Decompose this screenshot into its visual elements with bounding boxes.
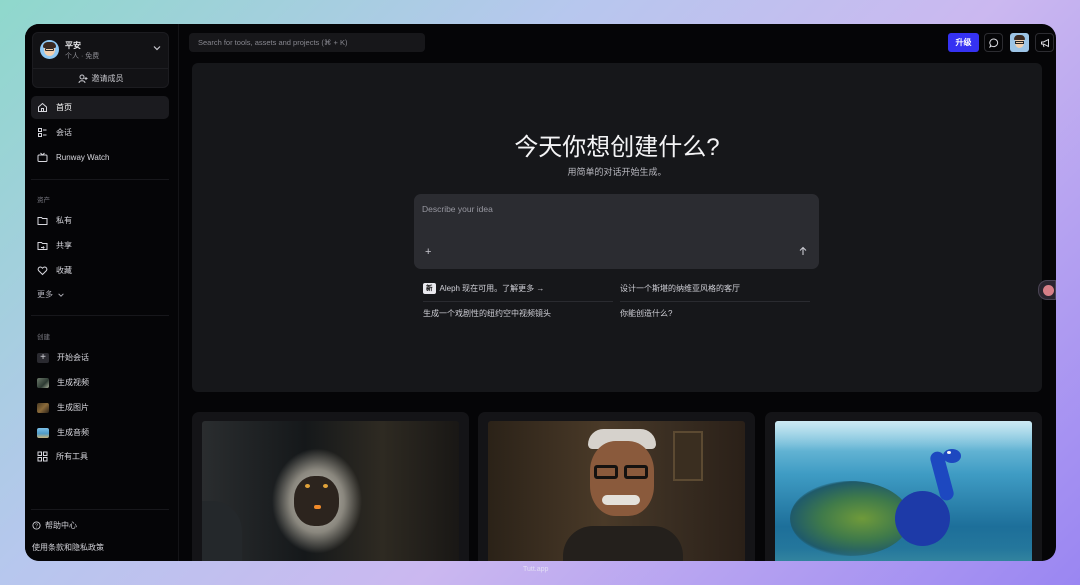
chevron-down-icon bbox=[58, 292, 64, 297]
suggestion-text: Aleph 现在可用。了解更多 → bbox=[439, 284, 545, 293]
sidebar-item-all-tools[interactable]: 所有工具 bbox=[31, 445, 169, 468]
sidebar-more-button[interactable]: 更多 bbox=[31, 283, 169, 306]
divider bbox=[620, 301, 810, 302]
shared-folder-icon bbox=[37, 242, 48, 250]
invite-label: 邀请成员 bbox=[91, 74, 124, 83]
sidebar-item-label: Runway Watch bbox=[56, 153, 110, 162]
plus-icon: + bbox=[37, 352, 49, 363]
sidebar-item-label: 所有工具 bbox=[56, 452, 88, 461]
sidebar-item-label: 生成图片 bbox=[57, 403, 89, 412]
svg-text:?: ? bbox=[35, 524, 38, 530]
chevron-down-icon[interactable] bbox=[152, 43, 162, 53]
hero-subtitle: 用简单的对话开始生成。 bbox=[567, 167, 667, 177]
sidebar-item-runway-watch[interactable]: Runway Watch bbox=[31, 146, 169, 169]
help-label: 帮助中心 bbox=[45, 521, 77, 530]
send-arrow-icon[interactable] bbox=[798, 246, 808, 256]
sidebar-item-label: 首页 bbox=[56, 103, 72, 112]
prompt-input[interactable]: Describe your idea + bbox=[414, 194, 819, 269]
invite-members-button[interactable]: 邀请成员 bbox=[33, 68, 168, 88]
video-thumb-icon bbox=[37, 377, 49, 388]
showcase-card-old-man[interactable] bbox=[478, 412, 755, 561]
sidebar-item-favorites[interactable]: 收藏 bbox=[31, 259, 169, 282]
sidebar-item-sessions[interactable]: 会话 bbox=[31, 121, 169, 144]
sidebar-item-label: 会话 bbox=[56, 128, 72, 137]
sessions-icon bbox=[38, 128, 47, 137]
monkey-image bbox=[202, 421, 459, 561]
sidebar-item-generate-audio[interactable]: 生成音频 bbox=[31, 421, 169, 444]
more-label: 更多 bbox=[37, 290, 53, 299]
sidebar-item-start-session[interactable]: + 开始会话 bbox=[31, 346, 169, 369]
profile-card[interactable]: 平安 个人 · 免费 邀请成员 bbox=[32, 32, 169, 88]
help-icon: ? bbox=[32, 521, 41, 530]
terms-label: 使用条款和隐私政策 bbox=[32, 543, 104, 552]
user-avatar[interactable] bbox=[1010, 33, 1029, 52]
sidebar-item-generate-image[interactable]: 生成图片 bbox=[31, 396, 169, 419]
divider bbox=[31, 315, 169, 316]
sidebar-item-private[interactable]: 私有 bbox=[31, 209, 169, 232]
chat-bubble-icon bbox=[988, 37, 998, 48]
peacock-image bbox=[775, 421, 1032, 561]
suggestion-item[interactable]: 生成一个戏剧性的纽约空中视频镜头 bbox=[423, 306, 551, 322]
sidebar-item-label: 共享 bbox=[56, 241, 72, 250]
widget-icon bbox=[1043, 285, 1054, 296]
home-icon bbox=[38, 102, 47, 112]
sidebar-item-label: 收藏 bbox=[56, 266, 72, 275]
chat-button[interactable] bbox=[984, 33, 1003, 52]
sidebar: 平安 个人 · 免费 邀请成员 首页 会话 Runway Watch 资产 私有 bbox=[25, 24, 179, 561]
megaphone-icon bbox=[1040, 38, 1049, 47]
add-user-icon bbox=[78, 74, 87, 83]
showcase-card-monkey[interactable] bbox=[192, 412, 469, 561]
create-section-label: 创建 bbox=[37, 334, 50, 341]
divider bbox=[31, 509, 169, 510]
hero-panel: 今天你想创建什么? 用简单的对话开始生成。 Describe your idea… bbox=[192, 63, 1042, 392]
image-thumb-icon bbox=[37, 402, 49, 413]
assets-section-label: 资产 bbox=[37, 197, 50, 204]
terms-privacy-link[interactable]: 使用条款和隐私政策 bbox=[32, 542, 104, 553]
suggestion-aleph[interactable]: 新 Aleph 现在可用。了解更多 → bbox=[423, 281, 544, 297]
sidebar-item-label: 生成音频 bbox=[57, 428, 89, 437]
hero-title: 今天你想创建什么? bbox=[514, 134, 720, 161]
divider bbox=[31, 179, 169, 180]
old-man-image bbox=[488, 421, 745, 561]
prompt-placeholder: Describe your idea bbox=[422, 204, 493, 214]
sidebar-item-generate-video[interactable]: 生成视频 bbox=[31, 371, 169, 394]
app-window: 平安 个人 · 免费 邀请成员 首页 会话 Runway Watch 资产 私有 bbox=[25, 24, 1056, 561]
new-badge: 新 bbox=[423, 283, 436, 295]
avatar bbox=[40, 40, 59, 59]
suggestion-item[interactable]: 你能创造什么? bbox=[620, 306, 672, 322]
sidebar-item-label: 私有 bbox=[56, 216, 72, 225]
watermark: Tutt.app bbox=[523, 566, 549, 573]
audio-thumb-icon bbox=[37, 427, 49, 438]
suggestion-item[interactable]: 设计一个斯堪的纳维亚风格的客厅 bbox=[620, 281, 740, 297]
sidebar-item-shared[interactable]: 共享 bbox=[31, 234, 169, 257]
profile-name: 平安 bbox=[65, 41, 81, 50]
grid-icon bbox=[37, 451, 48, 462]
search-input[interactable]: Search for tools, assets and projects (⌘… bbox=[189, 33, 425, 52]
folder-icon bbox=[37, 217, 48, 225]
upgrade-button[interactable]: 升级 bbox=[948, 33, 979, 52]
side-widget-button[interactable] bbox=[1038, 280, 1056, 300]
divider bbox=[423, 301, 613, 302]
profile-plan: 个人 · 免费 bbox=[65, 53, 100, 60]
showcase-card-peacock[interactable] bbox=[765, 412, 1042, 561]
help-center-link[interactable]: ? 帮助中心 bbox=[32, 520, 77, 531]
tv-icon bbox=[37, 152, 48, 162]
heart-icon bbox=[37, 266, 48, 276]
announcements-button[interactable] bbox=[1035, 33, 1054, 52]
add-attachment-icon[interactable]: + bbox=[425, 246, 431, 258]
sidebar-item-label: 开始会话 bbox=[57, 353, 89, 362]
sidebar-item-label: 生成视频 bbox=[57, 378, 89, 387]
sidebar-item-home[interactable]: 首页 bbox=[31, 96, 169, 119]
